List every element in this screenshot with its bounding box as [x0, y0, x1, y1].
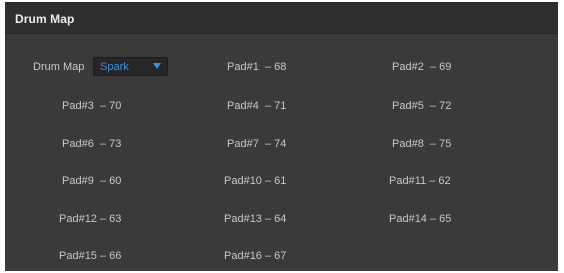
- pad-mapping-8: Pad#8 – 75: [392, 138, 452, 150]
- pad-mapping-4: Pad#4 – 71: [227, 100, 287, 112]
- triangle-down-icon: [153, 63, 161, 69]
- drum-map-label: Drum Map: [33, 61, 85, 73]
- pad-mapping-3: Pad#3 – 70: [62, 100, 122, 112]
- pad-mapping-1: Pad#1 – 68: [227, 61, 287, 73]
- drum-map-panel: Drum Map Drum Map Spark Pad#1 – 68 Pad#2…: [5, 2, 558, 271]
- pad-mapping-7: Pad#7 – 74: [227, 138, 287, 150]
- pad-mapping-13: Pad#13 – 64: [224, 213, 287, 225]
- pad-mapping-15: Pad#15 – 66: [59, 250, 122, 262]
- pad-mapping-5: Pad#5 – 72: [392, 100, 452, 112]
- pad-mapping-12: Pad#12 – 63: [59, 213, 122, 225]
- panel-header: Drum Map: [5, 3, 558, 34]
- pad-mapping-16: Pad#16 – 67: [224, 250, 287, 262]
- pad-mapping-10: Pad#10 – 61: [224, 175, 287, 187]
- drum-map-selected-value: Spark: [100, 61, 129, 73]
- panel-title: Drum Map: [15, 12, 75, 26]
- pad-mapping-2: Pad#2 – 69: [392, 61, 452, 73]
- pad-mapping-9: Pad#9 – 60: [62, 175, 122, 187]
- pad-mapping-6: Pad#6 – 73: [62, 138, 122, 150]
- pad-mapping-11: Pad#11 – 62: [389, 175, 451, 187]
- pad-mapping-14: Pad#14 – 65: [389, 213, 452, 225]
- drum-map-dropdown[interactable]: Spark: [93, 57, 168, 76]
